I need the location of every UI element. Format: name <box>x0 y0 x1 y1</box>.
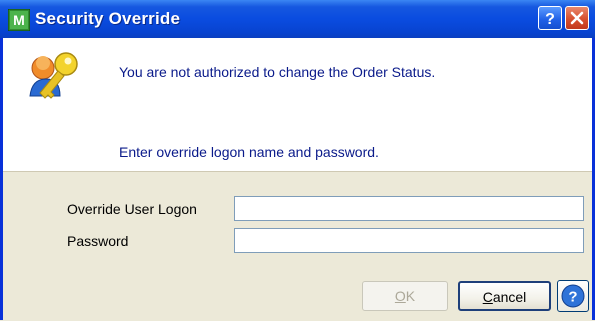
window-title: Security Override <box>35 9 181 28</box>
close-icon <box>570 11 584 25</box>
svg-text:M: M <box>13 12 25 28</box>
title-help-button[interactable]: ? <box>538 6 562 30</box>
title-close-button[interactable] <box>565 6 589 30</box>
svg-text:?: ? <box>545 11 555 28</box>
title-bar[interactable]: M Security Override ? <box>0 0 595 38</box>
override-prompt-message: Enter override logon name and password. <box>119 144 379 160</box>
not-authorized-message: You are not authorized to change the Ord… <box>119 64 436 80</box>
cancel-button[interactable]: Cancel <box>458 281 551 311</box>
svg-text:?: ? <box>568 289 577 306</box>
help-button[interactable]: ? <box>557 280 589 312</box>
logon-label: Override User Logon <box>67 201 197 217</box>
password-label: Password <box>67 233 129 249</box>
user-key-icon <box>29 52 78 99</box>
question-icon: ? <box>545 11 555 28</box>
cancel-accelerator: C <box>482 289 493 305</box>
app-icon: M <box>8 9 30 31</box>
security-override-dialog: M Security Override ? You are not author… <box>0 0 595 321</box>
password-input[interactable] <box>234 228 584 253</box>
ok-button[interactable]: OK <box>362 281 448 311</box>
logon-input[interactable] <box>234 196 584 221</box>
help-icon: ? <box>561 284 585 308</box>
ok-accelerator: O <box>394 288 406 304</box>
ok-label: K <box>405 288 416 304</box>
cancel-label: ancel <box>492 289 527 305</box>
